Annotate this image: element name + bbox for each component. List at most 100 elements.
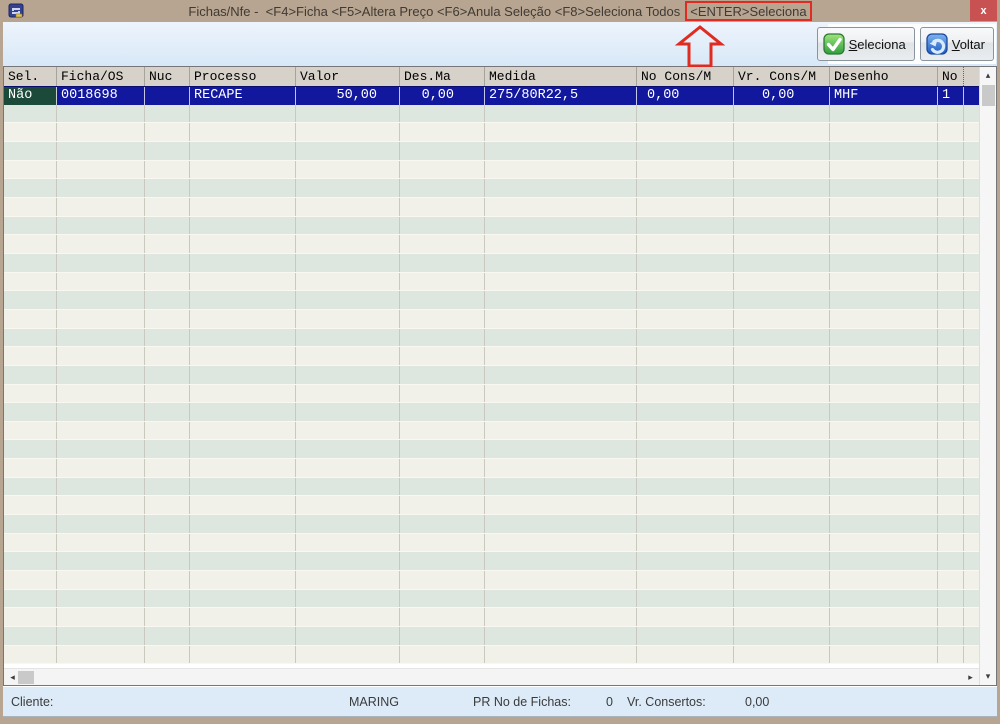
vr-consertos-value: 0,00	[745, 695, 769, 709]
cell-medida	[485, 217, 637, 235]
titlebar: Fichas/Nfe - <F4>Ficha <F5>Altera Preço …	[3, 0, 997, 22]
table-row-empty[interactable]	[4, 347, 979, 366]
cell-processo	[190, 403, 296, 421]
table-row-empty[interactable]	[4, 198, 979, 217]
cell-medida	[485, 366, 637, 384]
cell-no	[938, 571, 964, 589]
table-row-empty[interactable]	[4, 496, 979, 515]
column-header-nuc[interactable]: Nuc	[145, 67, 190, 86]
cell-nuc	[145, 496, 190, 514]
table-row-empty[interactable]	[4, 254, 979, 273]
table-row-empty[interactable]	[4, 329, 979, 348]
blue-back-arrow-icon	[925, 32, 949, 56]
table-row-empty[interactable]	[4, 291, 979, 310]
column-header-medida[interactable]: Medida	[485, 67, 637, 86]
table-row-empty[interactable]	[4, 310, 979, 329]
cell-vr-cons-m	[734, 478, 830, 496]
cell-valor	[296, 590, 400, 608]
horizontal-scrollbar-thumb[interactable]	[18, 671, 34, 684]
table-row-empty[interactable]	[4, 385, 979, 404]
table-row-empty[interactable]	[4, 571, 979, 590]
table-row-empty[interactable]	[4, 142, 979, 161]
vertical-scrollbar-thumb[interactable]	[982, 85, 995, 106]
column-header-no-cons-m[interactable]: No Cons/M	[637, 67, 734, 86]
scroll-down-arrow-icon[interactable]: ▾	[980, 668, 997, 685]
table-row-empty[interactable]	[4, 440, 979, 459]
cell-sel	[4, 198, 57, 216]
cell-valor	[296, 534, 400, 552]
table-row-empty[interactable]	[4, 608, 979, 627]
cell-sel	[4, 105, 57, 123]
column-header-no[interactable]: No	[938, 67, 964, 86]
cell-nuc	[145, 422, 190, 440]
seleciona-button[interactable]: Seleciona	[817, 27, 915, 61]
scroll-right-arrow-icon[interactable]: ▸	[962, 669, 979, 685]
cell-medida	[485, 329, 637, 347]
table-row-empty[interactable]	[4, 515, 979, 534]
column-header-processo[interactable]: Processo	[190, 67, 296, 86]
table-row-empty[interactable]	[4, 422, 979, 441]
close-button[interactable]: x	[970, 0, 997, 21]
vertical-scrollbar[interactable]: ▴ ▾	[979, 67, 996, 685]
cell-valor	[296, 105, 400, 123]
cell-no	[938, 198, 964, 216]
cell-sel	[4, 515, 57, 533]
table-row-empty[interactable]	[4, 534, 979, 553]
column-header-sel[interactable]: Sel.	[4, 67, 57, 86]
cell-no	[938, 235, 964, 253]
cell-ficha-os	[57, 291, 145, 309]
column-header-des-ma[interactable]: Des.Ma	[400, 67, 485, 86]
cell-no	[938, 291, 964, 309]
cell-sel	[4, 329, 57, 347]
cell-desenho	[830, 552, 938, 570]
table-row-empty[interactable]	[4, 105, 979, 124]
cell-no-cons-m	[637, 254, 734, 272]
cell-nuc	[145, 142, 190, 160]
horizontal-scrollbar[interactable]: ◂ ▸	[4, 668, 979, 685]
cell-sel	[4, 534, 57, 552]
cell-processo	[190, 422, 296, 440]
cell-no-cons-m	[637, 347, 734, 365]
cell-no	[938, 478, 964, 496]
cell-valor	[296, 496, 400, 514]
table-row-empty[interactable]	[4, 552, 979, 571]
cell-processo	[190, 478, 296, 496]
table-row-empty[interactable]	[4, 646, 979, 665]
cell-no	[938, 459, 964, 477]
table-row-empty[interactable]	[4, 217, 979, 236]
table-row-empty[interactable]	[4, 459, 979, 478]
table-row-empty[interactable]	[4, 627, 979, 646]
cell-desenho	[830, 571, 938, 589]
cell-medida	[485, 347, 637, 365]
cell-processo	[190, 198, 296, 216]
cell-nuc	[145, 440, 190, 458]
cell-valor	[296, 422, 400, 440]
table-row-empty[interactable]	[4, 478, 979, 497]
column-header-vr-cons-m[interactable]: Vr. Cons/M	[734, 67, 830, 86]
cell-no-cons-m	[637, 403, 734, 421]
cell-ficha-os	[57, 403, 145, 421]
no-de-fichas-label: PR No de Fichas:	[473, 695, 571, 709]
cell-no-cons-m	[637, 627, 734, 645]
cell-ficha-os	[57, 571, 145, 589]
table-row-empty[interactable]	[4, 273, 979, 292]
cell-vr-cons-m	[734, 329, 830, 347]
column-header-ficha-os[interactable]: Ficha/OS	[57, 67, 145, 86]
cell-valor: 50,00	[296, 87, 400, 105]
cell-valor	[296, 571, 400, 589]
column-header-valor[interactable]: Valor	[296, 67, 400, 86]
cell-medida	[485, 459, 637, 477]
cell-valor	[296, 347, 400, 365]
table-row-empty[interactable]	[4, 403, 979, 422]
table-row-empty[interactable]	[4, 179, 979, 198]
table-row-empty[interactable]	[4, 366, 979, 385]
table-row-empty[interactable]	[4, 590, 979, 609]
voltar-button[interactable]: Voltar	[920, 27, 994, 61]
column-header-desenho[interactable]: Desenho	[830, 67, 938, 86]
table-row-empty[interactable]	[4, 161, 979, 180]
table-row-selected[interactable]: Não0018698RECAPE50,000,00275/80R22,50,00…	[4, 86, 979, 105]
cell-no-cons-m	[637, 534, 734, 552]
table-row-empty[interactable]	[4, 235, 979, 254]
table-row-empty[interactable]	[4, 123, 979, 142]
scroll-up-arrow-icon[interactable]: ▴	[980, 67, 997, 84]
